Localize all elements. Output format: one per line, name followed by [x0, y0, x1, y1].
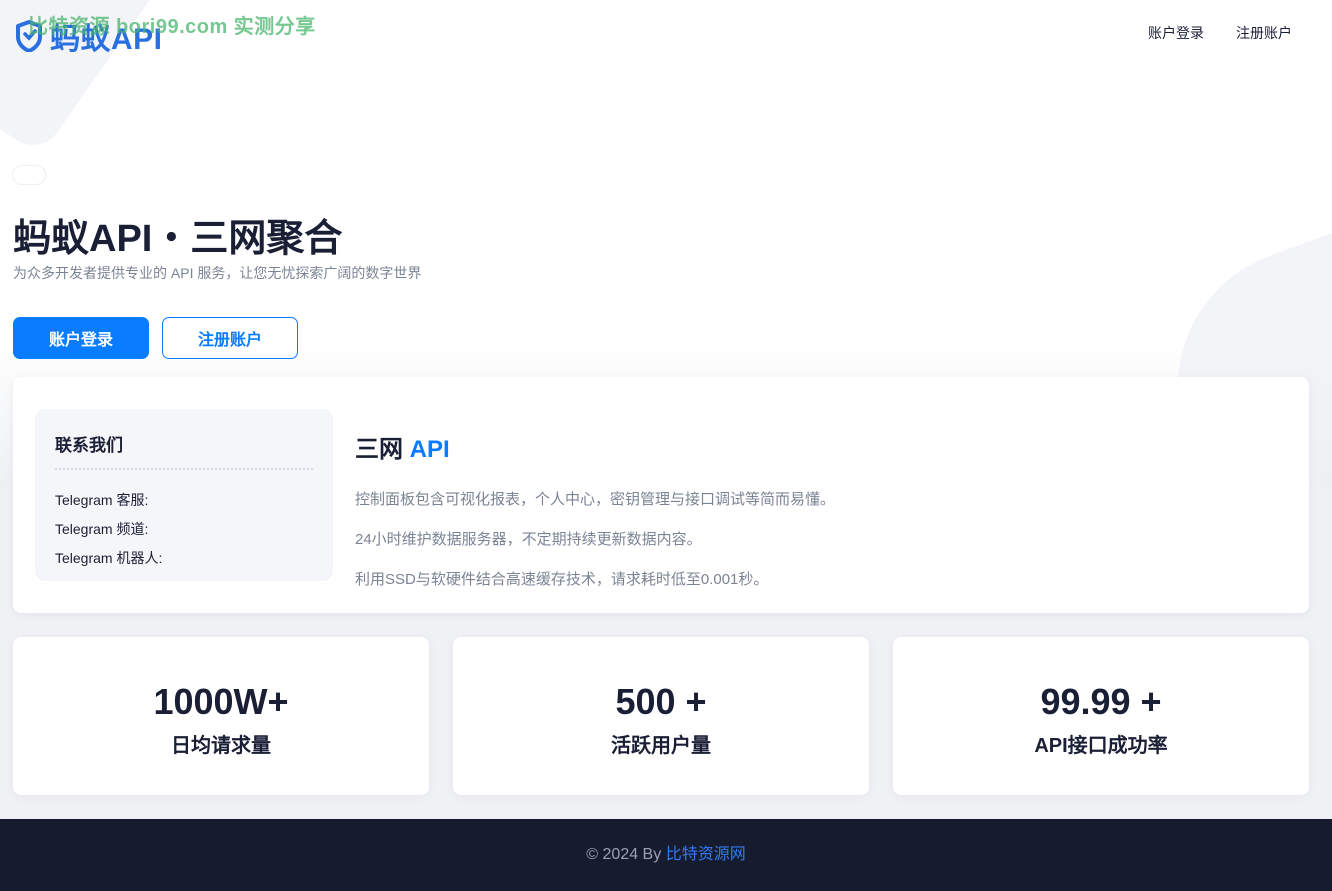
nav-register-link[interactable]: 注册账户	[1236, 23, 1292, 43]
login-button[interactable]: 账户登录	[13, 317, 149, 359]
stat-card-success-rate: 99.99 + API接口成功率	[893, 637, 1309, 795]
stat-label: API接口成功率	[1034, 735, 1168, 757]
contact-telegram-channel: Telegram 频道:	[55, 521, 149, 537]
stat-label: 日均请求量	[171, 735, 271, 757]
features-panel: 三网 API 控制面板包含可视化报表，个人中心，密钥管理与接口调试等简而易懂。 …	[355, 429, 835, 600]
stat-card-daily-requests: 1000W+ 日均请求量	[13, 637, 429, 795]
features-title-accent: API	[409, 436, 450, 463]
register-button[interactable]: 注册账户	[162, 317, 298, 359]
features-title-main: 三网	[355, 436, 403, 463]
feature-line: 利用SSD与软硬件结合高速缓存技术，请求耗时低至0.001秒。	[355, 571, 769, 588]
stat-card-active-users: 500 + 活跃用户量	[453, 637, 869, 795]
stat-label: 活跃用户量	[611, 735, 711, 757]
footer-copyright: © 2024 By	[586, 846, 662, 863]
footer-link[interactable]: 比特资源网	[666, 846, 746, 863]
contact-list: Telegram 客服: Telegram 频道: Telegram 机器人:	[55, 486, 313, 573]
contact-telegram-bot: Telegram 机器人:	[55, 550, 163, 566]
contact-panel: 联系我们 Telegram 客服: Telegram 频道: Telegram …	[35, 409, 333, 581]
page-title: 蚂蚁API・三网聚合	[13, 218, 343, 260]
page-subtitle: 为众多开发者提供专业的 API 服务，让您无忧探索广阔的数字世界	[13, 265, 422, 281]
stat-value: 500 +	[615, 681, 707, 722]
stat-value: 1000W+	[153, 681, 289, 722]
footer: © 2024 By 比特资源网	[0, 819, 1332, 891]
feature-line: 24小时维护数据服务器，不定期持续更新数据内容。	[355, 531, 702, 548]
contact-telegram-support: Telegram 客服:	[55, 492, 149, 508]
watermark: 比特资源 bori99.com 实测分享	[28, 16, 316, 38]
hero-badge	[12, 165, 46, 185]
nav-login-link[interactable]: 账户登录	[1148, 23, 1204, 43]
info-card: 联系我们 Telegram 客服: Telegram 频道: Telegram …	[13, 377, 1309, 613]
stat-value: 99.99 +	[1040, 681, 1162, 722]
top-nav: 账户登录 注册账户	[1148, 23, 1292, 43]
contact-title: 联系我们	[55, 431, 313, 470]
features-title: 三网 API	[355, 429, 835, 464]
feature-line: 控制面板包含可视化报表，个人中心，密钥管理与接口调试等简而易懂。	[355, 491, 836, 508]
